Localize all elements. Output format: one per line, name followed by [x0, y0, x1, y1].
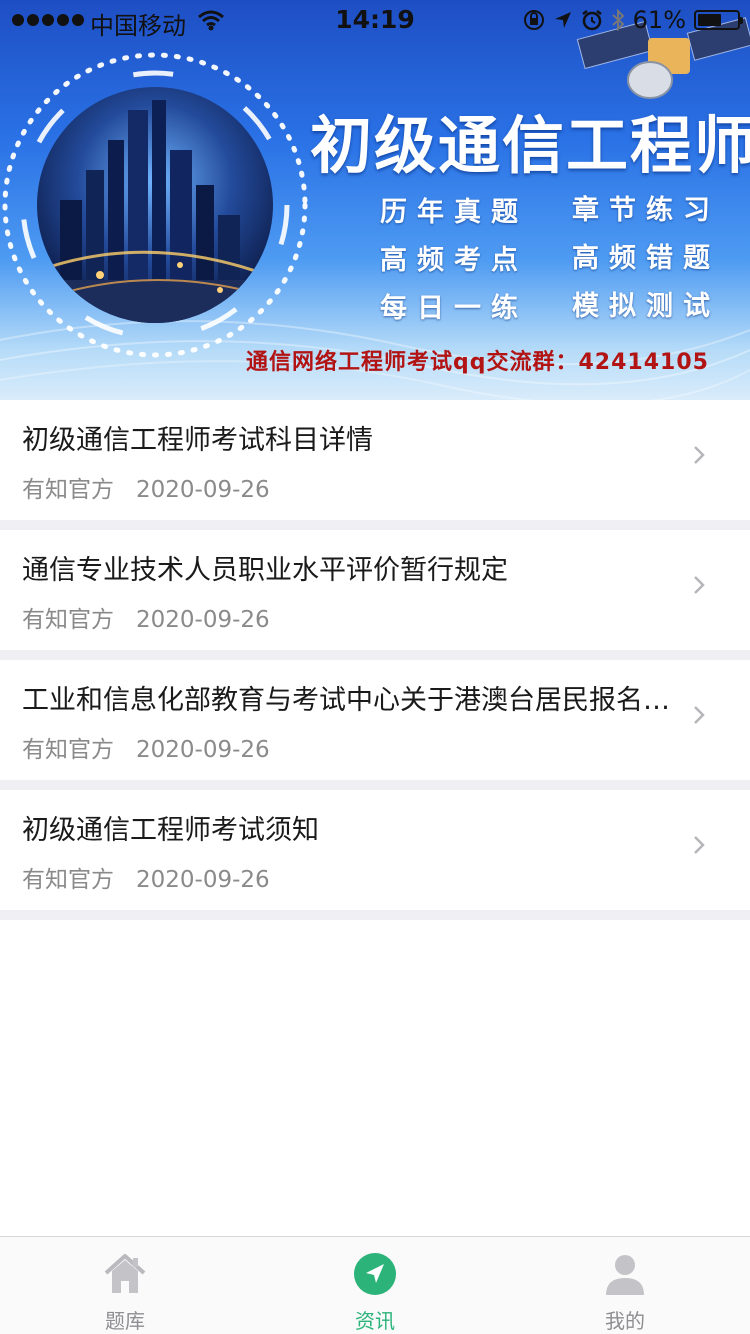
tab-label: 题库 — [105, 1309, 145, 1333]
tab-bar: 题库 资讯 我的 — [0, 1236, 750, 1334]
news-meta: 有知官方 2020-09-26 — [22, 860, 270, 894]
chevron-right-icon — [694, 706, 705, 724]
news-meta: 有知官方 2020-09-26 — [22, 730, 270, 764]
banner-feature-past-exams: 历年真题 — [380, 197, 528, 228]
banner-feature-mock-test: 模拟测试 — [572, 291, 720, 322]
battery-icon — [694, 10, 743, 30]
news-item[interactable]: 通信专业技术人员职业水平评价暂行规定 有知官方 2020-09-26 — [0, 530, 750, 660]
tab-label: 资讯 — [355, 1309, 395, 1333]
news-date: 2020-09-26 — [136, 867, 270, 893]
banner-qq-group: 通信网络工程师考试qq交流群：42414105 — [246, 350, 709, 375]
user-icon — [606, 1255, 644, 1295]
chevron-right-icon — [694, 836, 705, 854]
battery-percent: 61% — [632, 6, 686, 34]
news-title: 初级通信工程师考试科目详情 — [22, 425, 373, 456]
banner-feature-chapter-practice: 章节练习 — [572, 195, 720, 226]
news-source: 有知官方 — [22, 607, 114, 633]
news-date: 2020-09-26 — [136, 737, 270, 763]
news-list: 初级通信工程师考试科目详情 有知官方 2020-09-26 通信专业技术人员职业水… — [0, 400, 750, 920]
news-item[interactable]: 工业和信息化部教育与考试中心关于港澳台居民报名参加考试的通知 有知官方 2020-… — [0, 660, 750, 790]
bluetooth-icon — [611, 9, 625, 31]
location-arrow-icon — [554, 12, 571, 28]
tab-profile[interactable]: 我的 — [500, 1237, 750, 1334]
tab-label: 我的 — [605, 1309, 645, 1333]
tab-question-bank[interactable]: 题库 — [0, 1237, 250, 1334]
home-icon — [104, 1254, 146, 1293]
banner-title: 初级通信工程师 — [310, 109, 750, 182]
status-bar: 中国移动 14:19 61% — [0, 0, 750, 40]
banner[interactable]: 初级通信工程师 历年真题 章节练习 高频考点 高频错题 每日一练 模拟测试 通信… — [0, 0, 750, 400]
news-item[interactable]: 初级通信工程师考试须知 有知官方 2020-09-26 — [0, 790, 750, 920]
news-title: 工业和信息化部教育与考试中心关于港澳台居民报名参加考试的通知 — [22, 685, 682, 716]
news-meta: 有知官方 2020-09-26 — [22, 470, 270, 504]
news-item[interactable]: 初级通信工程师考试科目详情 有知官方 2020-09-26 — [0, 400, 750, 530]
chevron-right-icon — [694, 446, 705, 464]
news-title: 初级通信工程师考试须知 — [22, 815, 319, 846]
news-source: 有知官方 — [22, 737, 114, 763]
news-date: 2020-09-26 — [136, 607, 270, 633]
news-meta: 有知官方 2020-09-26 — [22, 600, 270, 634]
banner-feature-key-points: 高频考点 — [380, 245, 528, 276]
orientation-lock-icon — [523, 10, 544, 30]
compass-icon — [354, 1253, 396, 1295]
news-source: 有知官方 — [22, 477, 114, 503]
chevron-right-icon — [694, 576, 705, 594]
tab-news[interactable]: 资讯 — [250, 1237, 500, 1334]
banner-feature-daily-practice: 每日一练 — [380, 293, 528, 324]
alarm-icon — [581, 10, 602, 31]
news-title: 通信专业技术人员职业水平评价暂行规定 — [22, 555, 508, 586]
news-date: 2020-09-26 — [136, 477, 270, 503]
banner-feature-frequent-errors: 高频错题 — [572, 243, 720, 274]
news-source: 有知官方 — [22, 867, 114, 893]
